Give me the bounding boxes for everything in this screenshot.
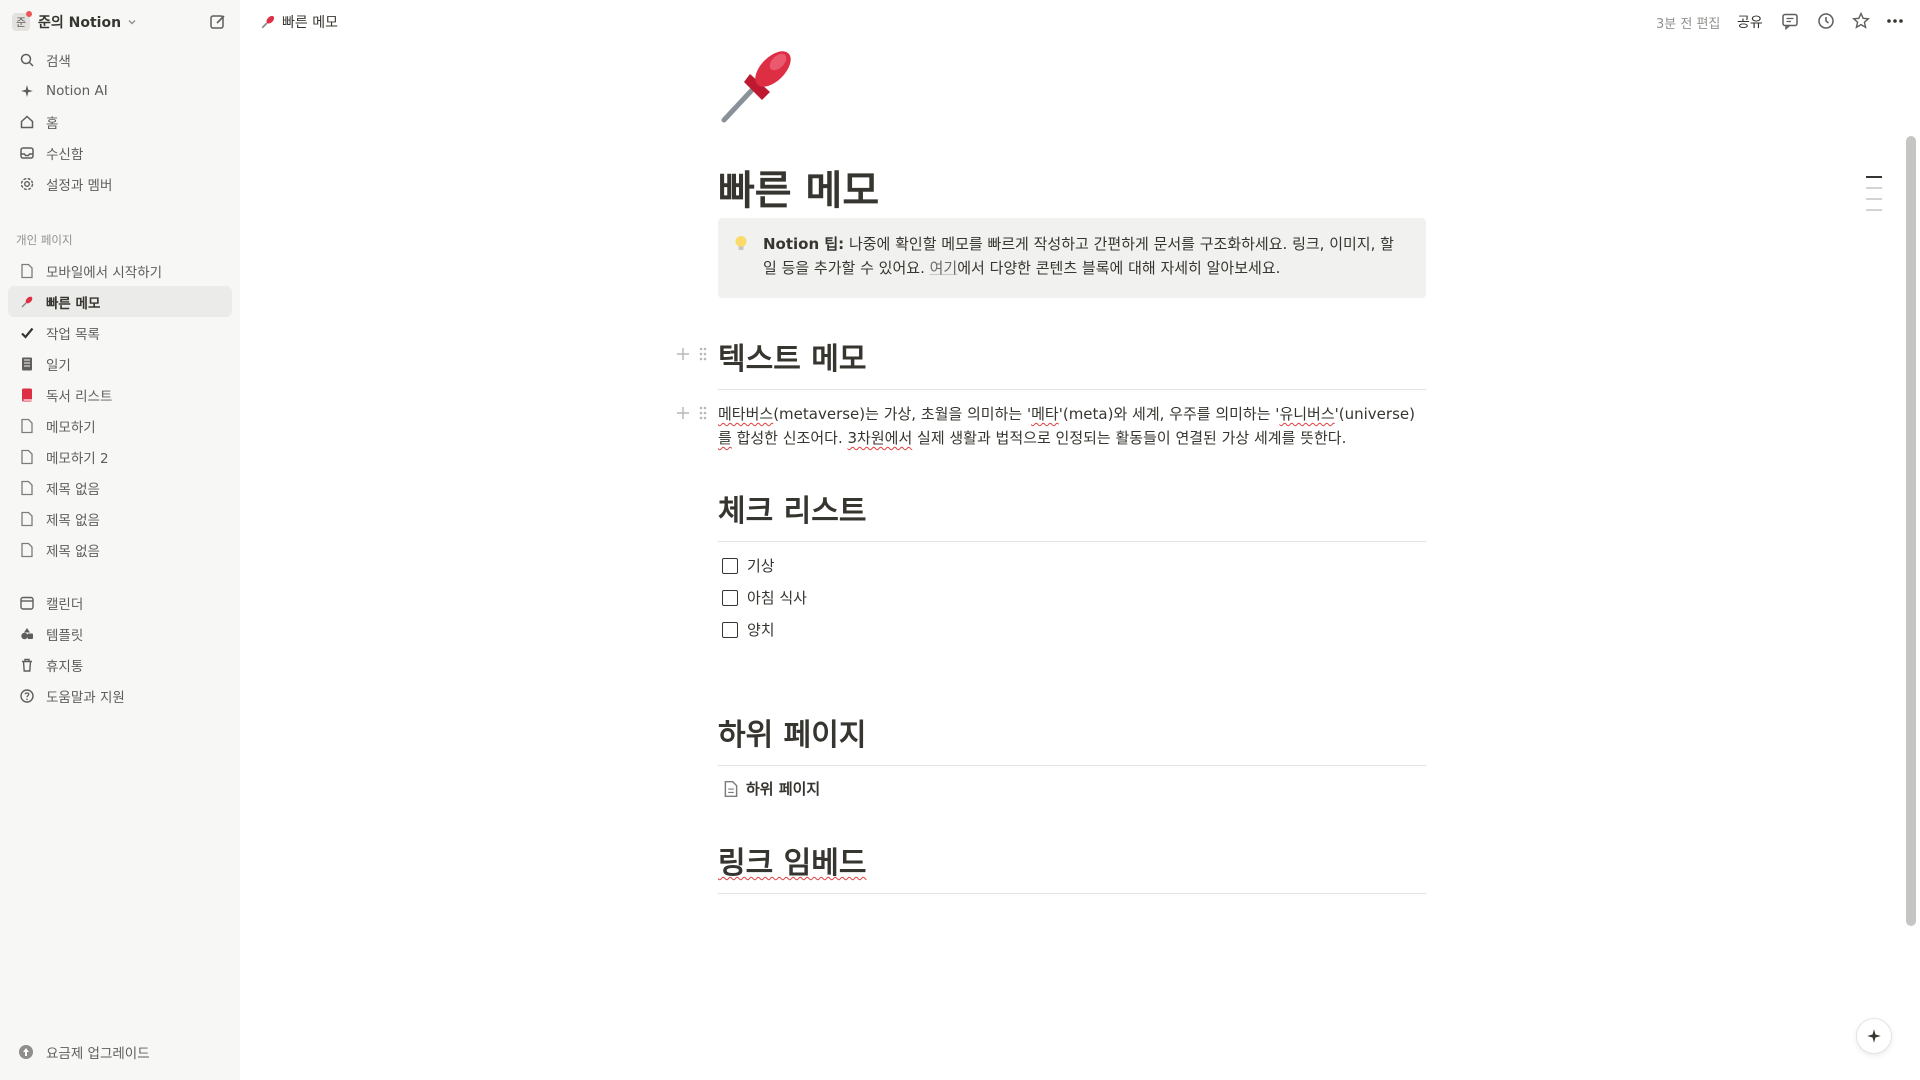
todo-item[interactable]: 기상 — [722, 555, 775, 576]
table-of-contents-indicator[interactable] — [1866, 176, 1882, 220]
heading-link-embed[interactable]: 링크 임베드 — [718, 838, 866, 882]
new-page-icon[interactable] — [208, 12, 228, 32]
page-icon — [18, 417, 36, 435]
plus-icon[interactable] — [676, 347, 690, 361]
breadcrumb[interactable]: 빠른 메모 — [260, 12, 338, 32]
paragraph-block[interactable]: 메타버스(metaverse)는 가상, 초월을 의미하는 '메타'(meta)… — [718, 402, 1426, 450]
checkmark-icon — [18, 324, 36, 342]
sidebar-item-home[interactable]: 홈 — [8, 106, 232, 137]
sidebar-item-help[interactable]: 도움말과 지원 — [8, 680, 232, 711]
workspace-avatar: 준 — [12, 11, 32, 31]
drag-handle-icon[interactable] — [698, 346, 708, 362]
pushpin-icon — [18, 293, 36, 311]
sidebar-item-page[interactable]: 모바일에서 시작하기 — [8, 255, 232, 286]
calendar-icon — [18, 594, 36, 612]
pushpin-icon[interactable] — [718, 40, 802, 124]
upgrade-icon — [19, 1045, 33, 1059]
block-handle[interactable] — [676, 405, 708, 421]
callout-tip-label: Notion 팁: — [763, 235, 845, 253]
edited-timestamp: 3분 전 편집 — [1656, 17, 1721, 32]
checkbox[interactable] — [722, 557, 738, 574]
page-icon — [18, 262, 36, 280]
gear-icon — [18, 175, 36, 193]
shapes-icon — [18, 625, 36, 643]
sidebar-top-nav: 검색 Notion AI 홈 수신함 설정과 멤버 — [8, 44, 232, 199]
callout-block[interactable]: Notion 팁: 나중에 확인할 메모를 빠르게 작성하고 간편하게 문서를 … — [718, 218, 1426, 298]
page-icon — [18, 510, 36, 528]
search-icon — [18, 51, 36, 69]
page-icon — [18, 541, 36, 559]
sidebar-item-page[interactable]: 메모하기 2 — [8, 441, 232, 472]
sidebar-item-page[interactable]: 메모하기 — [8, 410, 232, 441]
notion-ai-button[interactable] — [1856, 1018, 1892, 1054]
topbar: 빠른 메모 3분 전 편집 공유 — [240, 0, 1920, 44]
notebook-icon — [18, 355, 36, 373]
heading-text-memo[interactable]: 텍스트 메모 — [718, 334, 866, 378]
sidebar-item-page[interactable]: 제목 없음 — [8, 534, 232, 565]
history-icon[interactable] — [1816, 11, 1836, 31]
lightbulb-icon — [735, 236, 747, 250]
todo-item[interactable]: 양치 — [722, 619, 775, 640]
sidebar-item-calendar[interactable]: 캘린더 — [8, 587, 232, 618]
drag-handle-icon[interactable] — [698, 405, 708, 421]
divider — [718, 893, 1426, 894]
sidebar-item-templates[interactable]: 템플릿 — [8, 618, 232, 649]
heading-subpages[interactable]: 하위 페이지 — [718, 710, 866, 754]
scrollbar-thumb[interactable] — [1906, 136, 1916, 926]
home-icon — [18, 113, 36, 131]
divider — [718, 541, 1426, 542]
share-button[interactable]: 공유 — [1737, 12, 1763, 32]
sidebar-item-page[interactable]: 제목 없음 — [8, 472, 232, 503]
page-icon — [18, 448, 36, 466]
sidebar-item-diary[interactable]: 일기 — [8, 348, 232, 379]
star-icon[interactable] — [1851, 11, 1871, 31]
sidebar-item-reading-list[interactable]: 독서 리스트 — [8, 379, 232, 410]
callout-text-end: 에서 다양한 콘텐츠 블록에 대해 자세히 알아보세요. — [957, 259, 1281, 277]
inbox-icon — [18, 144, 36, 162]
page-icon — [18, 479, 36, 497]
page-title[interactable]: 빠른 메모 — [718, 158, 879, 216]
divider — [718, 389, 1426, 390]
more-icon[interactable] — [1885, 11, 1905, 31]
sparkle-icon — [1867, 1029, 1881, 1043]
workspace-switcher[interactable]: 준 준의 Notion — [12, 10, 228, 34]
section-label-private: 개인 페이지 — [16, 233, 73, 247]
sidebar-item-settings[interactable]: 설정과 멤버 — [8, 168, 232, 199]
sparkle-icon — [18, 82, 36, 100]
sidebar-item-trash[interactable]: 휴지통 — [8, 649, 232, 680]
sidebar-item-quick-memo[interactable]: 빠른 메모 — [8, 286, 232, 317]
comment-icon[interactable] — [1780, 11, 1800, 31]
callout-link[interactable]: 여기 — [930, 259, 958, 277]
sidebar-pages: 모바일에서 시작하기 빠른 메모 작업 목록 일기 독서 리스트 메모하기 메모… — [8, 255, 232, 565]
trash-icon — [18, 656, 36, 674]
sidebar-item-notion-ai[interactable]: Notion AI — [8, 75, 232, 106]
sidebar-item-task-list[interactable]: 작업 목록 — [8, 317, 232, 348]
checkbox[interactable] — [722, 589, 738, 606]
sidebar-item-search[interactable]: 검색 — [8, 44, 232, 75]
page-icon — [724, 780, 738, 797]
block-handle[interactable] — [676, 346, 708, 362]
sidebar: 준 준의 Notion 검색 Notion AI 홈 수신함 설정과 멤버 개인… — [0, 0, 240, 1080]
help-icon — [18, 687, 36, 705]
plus-icon[interactable] — [676, 406, 690, 420]
todo-item[interactable]: 아침 식사 — [722, 587, 807, 608]
divider — [718, 765, 1426, 766]
chevron-down-icon — [128, 20, 136, 25]
red-book-icon — [18, 386, 36, 404]
upgrade-plan-button[interactable]: 요금제 업그레이드 — [18, 1042, 150, 1062]
sidebar-item-page[interactable]: 제목 없음 — [8, 503, 232, 534]
sidebar-bottom-nav: 캘린더 템플릿 휴지통 도움말과 지원 — [8, 587, 232, 711]
heading-checklist[interactable]: 체크 리스트 — [718, 486, 866, 530]
workspace-name: 준의 Notion — [38, 15, 122, 31]
sidebar-item-inbox[interactable]: 수신함 — [8, 137, 232, 168]
pushpin-icon — [261, 15, 275, 29]
checkbox[interactable] — [722, 621, 738, 638]
subpage-link[interactable]: 하위 페이지 — [722, 778, 820, 799]
